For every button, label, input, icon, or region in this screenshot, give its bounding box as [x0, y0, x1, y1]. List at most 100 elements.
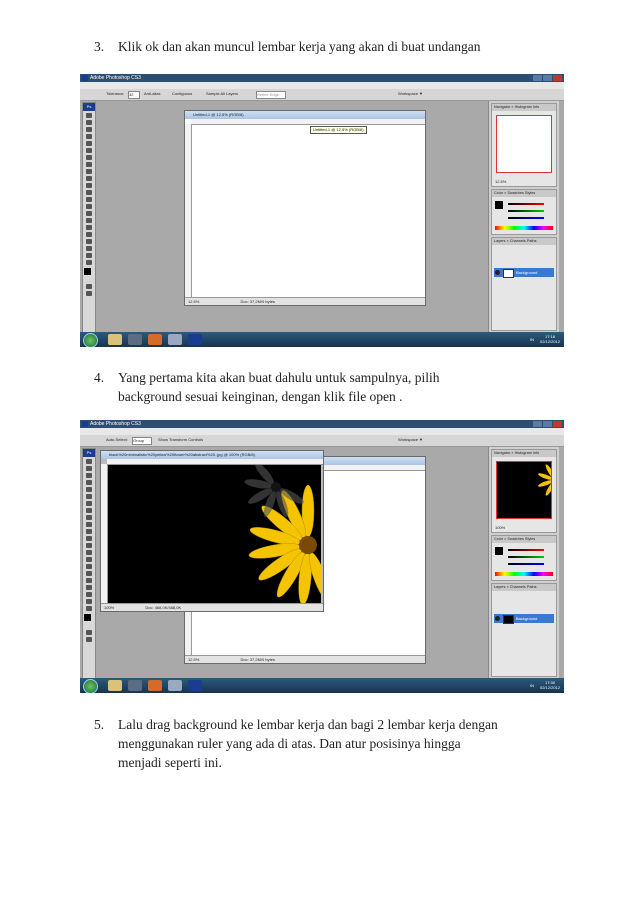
- start-button[interactable]: [83, 679, 98, 693]
- screen-mode-icon[interactable]: [86, 291, 92, 296]
- navigator-zoom[interactable]: 100%: [495, 525, 505, 530]
- navigator-tabs[interactable]: Navigator × Histogram Info: [492, 450, 556, 457]
- notes-tool-icon[interactable]: [86, 585, 92, 590]
- blue-slider[interactable]: [508, 217, 544, 219]
- quick-mask-icon[interactable]: [86, 630, 92, 635]
- dodge-tool-icon[interactable]: [86, 204, 92, 209]
- green-slider[interactable]: [508, 210, 544, 212]
- photoshop-taskbar-icon[interactable]: [188, 680, 202, 691]
- horizontal-ruler[interactable]: [191, 119, 425, 125]
- contiguous-checkbox[interactable]: Contiguous: [172, 91, 192, 96]
- folder-icon[interactable]: [168, 334, 182, 345]
- navigator-thumbnail[interactable]: [496, 115, 552, 173]
- vertical-ruler[interactable]: [185, 124, 192, 298]
- screen-mode-icon[interactable]: [86, 637, 92, 642]
- workspace-menu[interactable]: Workspace ▼: [398, 437, 423, 442]
- color-ramp[interactable]: [495, 226, 553, 230]
- type-tool-icon[interactable]: [86, 564, 92, 569]
- color-tabs[interactable]: Color × Swatches Styles: [492, 190, 556, 197]
- history-brush-icon[interactable]: [86, 176, 92, 181]
- blur-tool-icon[interactable]: [86, 543, 92, 548]
- shape-tool-icon[interactable]: [86, 578, 92, 583]
- navigator-zoom[interactable]: 12.5%: [495, 179, 506, 184]
- zoom-level[interactable]: 100%: [104, 605, 114, 610]
- tray-language[interactable]: IN: [530, 337, 534, 342]
- document-titlebar[interactable]: black%20minimalistic%20yellow%20flower%2…: [101, 451, 323, 459]
- color-ramp[interactable]: [495, 572, 553, 576]
- tray-language[interactable]: IN: [530, 683, 534, 688]
- tolerance-input[interactable]: 32: [128, 91, 140, 99]
- crop-tool-icon[interactable]: [86, 487, 92, 492]
- navigator-thumbnail[interactable]: [496, 461, 552, 519]
- layer-row-background[interactable]: Background: [494, 614, 554, 624]
- blur-tool-icon[interactable]: [86, 197, 92, 202]
- refine-edge-button[interactable]: Refine Edge...: [256, 91, 286, 99]
- path-select-icon[interactable]: [86, 225, 92, 230]
- document-window[interactable]: Untitled-1 @ 12.5% (RGB/8) 12.5% Doc: 37…: [184, 110, 426, 306]
- media-icon[interactable]: [128, 334, 142, 345]
- minimize-button[interactable]: [533, 75, 542, 81]
- explorer-icon[interactable]: [108, 680, 122, 691]
- gradient-tool-icon[interactable]: [86, 190, 92, 195]
- maximize-button[interactable]: [543, 421, 552, 427]
- hand-tool-icon[interactable]: [86, 599, 92, 604]
- navigator-tabs[interactable]: Navigator × Histogram Info: [492, 104, 556, 111]
- red-slider[interactable]: [508, 549, 544, 551]
- blue-slider[interactable]: [508, 563, 544, 565]
- type-tool-icon[interactable]: [86, 218, 92, 223]
- pen-tool-icon[interactable]: [86, 557, 92, 562]
- magic-wand-tool-icon[interactable]: [86, 134, 92, 139]
- clock[interactable]: 17:30 02/12/2012: [540, 680, 560, 690]
- explorer-icon[interactable]: [108, 334, 122, 345]
- path-select-icon[interactable]: [86, 571, 92, 576]
- stamp-tool-icon[interactable]: [86, 169, 92, 174]
- sample-all-checkbox[interactable]: Sample All Layers: [206, 91, 238, 96]
- slice-tool-icon[interactable]: [86, 148, 92, 153]
- workspace-menu[interactable]: Workspace ▼: [398, 91, 423, 96]
- fg-color-swatch[interactable]: [495, 547, 503, 555]
- color-tabs[interactable]: Color × Swatches Styles: [492, 536, 556, 543]
- notes-tool-icon[interactable]: [86, 239, 92, 244]
- media-icon[interactable]: [128, 680, 142, 691]
- zoom-level[interactable]: 12.5%: [188, 657, 199, 662]
- transform-controls-checkbox[interactable]: Show Transform Controls: [158, 437, 203, 442]
- brush-tool-icon[interactable]: [86, 162, 92, 167]
- eyedropper-tool-icon[interactable]: [86, 246, 92, 251]
- stamp-tool-icon[interactable]: [86, 515, 92, 520]
- firefox-icon[interactable]: [148, 334, 162, 345]
- green-slider[interactable]: [508, 556, 544, 558]
- fg-color-swatch[interactable]: [495, 201, 503, 209]
- red-slider[interactable]: [508, 203, 544, 205]
- color-swatches[interactable]: [83, 268, 96, 282]
- auto-select-dropdown[interactable]: Group: [132, 437, 152, 445]
- dodge-tool-icon[interactable]: [86, 550, 92, 555]
- marquee-tool-icon[interactable]: [86, 120, 92, 125]
- healing-tool-icon[interactable]: [86, 155, 92, 160]
- eye-icon[interactable]: [495, 616, 500, 621]
- marquee-tool-icon[interactable]: [86, 466, 92, 471]
- slice-tool-icon[interactable]: [86, 494, 92, 499]
- eye-icon[interactable]: [495, 270, 500, 275]
- clock[interactable]: 17:18 02/12/2012: [540, 334, 560, 344]
- document-titlebar[interactable]: Untitled-1 @ 12.5% (RGB/8): [185, 111, 425, 119]
- color-swatches[interactable]: [83, 614, 95, 628]
- healing-tool-icon[interactable]: [86, 501, 92, 506]
- eraser-tool-icon[interactable]: [86, 529, 92, 534]
- move-tool-icon[interactable]: [86, 113, 92, 118]
- zoom-tool-icon[interactable]: [86, 260, 92, 265]
- foreground-color[interactable]: [84, 268, 91, 275]
- close-button[interactable]: [553, 75, 562, 81]
- minimize-button[interactable]: [533, 421, 542, 427]
- brush-tool-icon[interactable]: [86, 508, 92, 513]
- auto-select-checkbox[interactable]: Auto-Select:: [106, 437, 128, 442]
- gradient-tool-icon[interactable]: [86, 536, 92, 541]
- eraser-tool-icon[interactable]: [86, 183, 92, 188]
- zoom-level[interactable]: 12.5%: [188, 299, 199, 304]
- magic-wand-tool-icon[interactable]: [86, 480, 92, 485]
- maximize-button[interactable]: [543, 75, 552, 81]
- firefox-icon[interactable]: [148, 680, 162, 691]
- folder-icon[interactable]: [168, 680, 182, 691]
- vertical-ruler[interactable]: [101, 464, 108, 604]
- lasso-tool-icon[interactable]: [86, 473, 92, 478]
- photoshop-taskbar-icon[interactable]: [188, 334, 202, 345]
